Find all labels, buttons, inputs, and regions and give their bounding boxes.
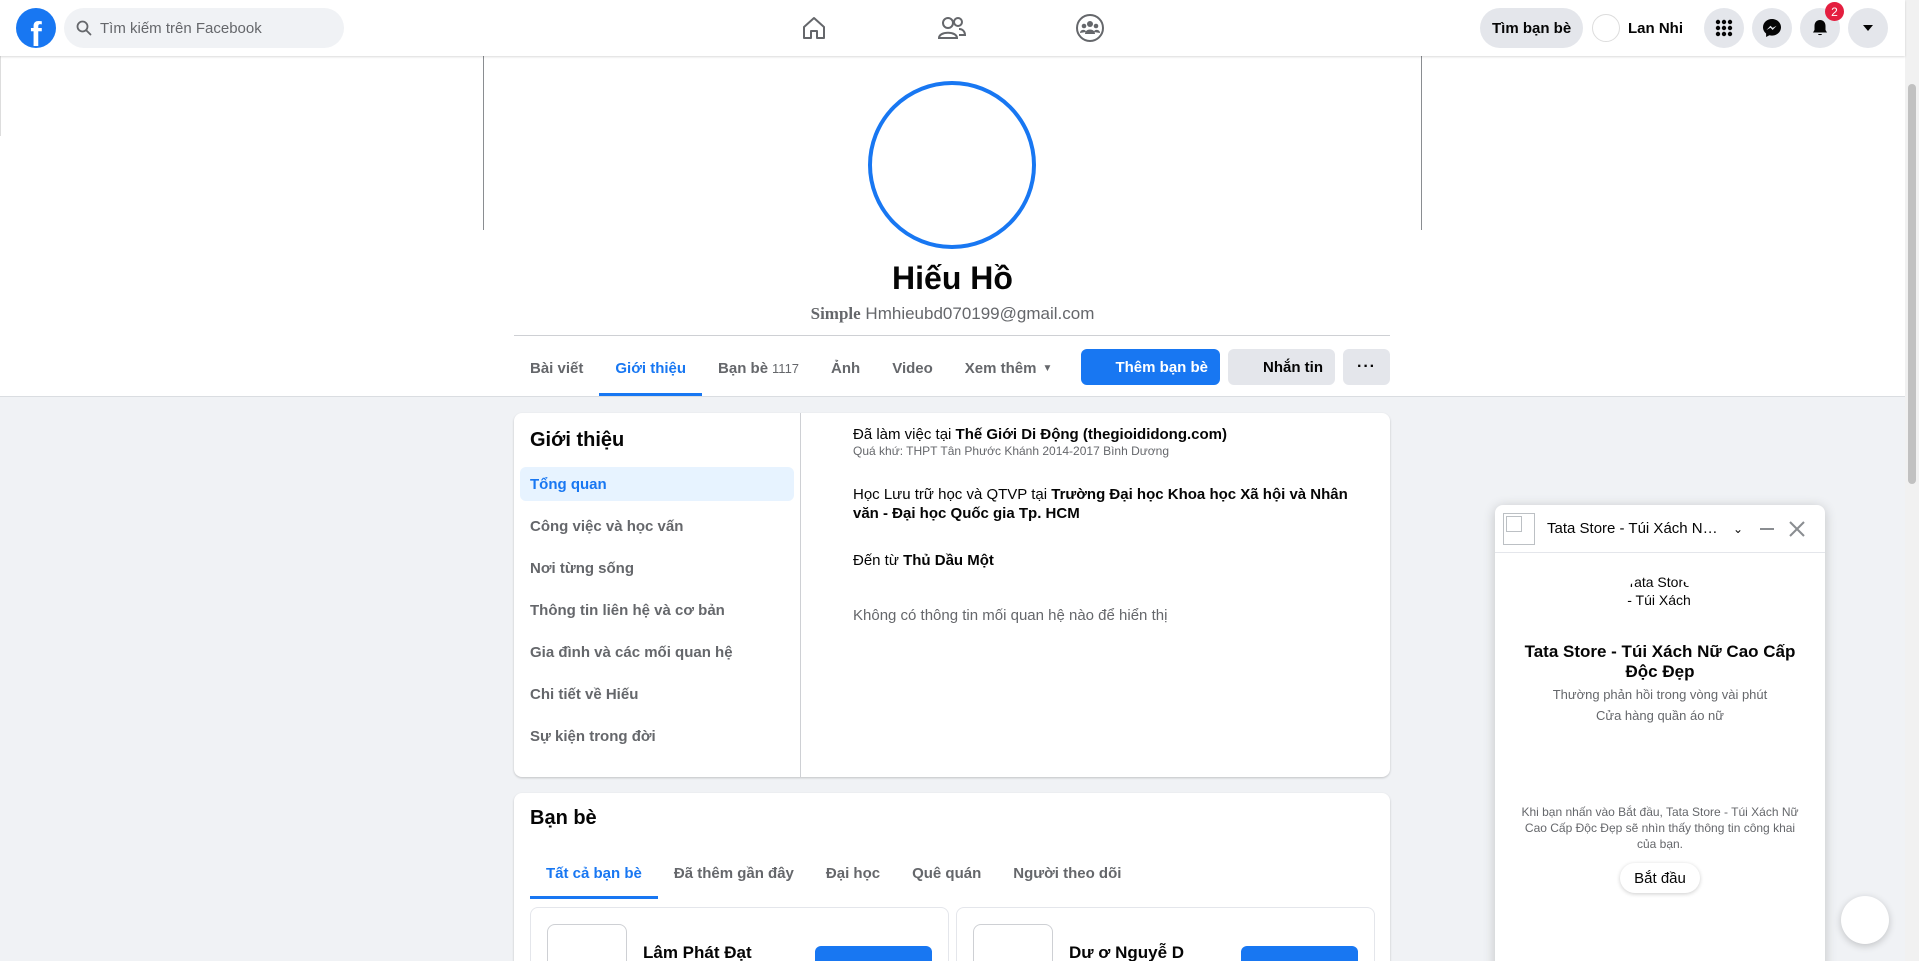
- groups-icon[interactable]: [1072, 10, 1108, 46]
- find-friends-button[interactable]: Tìm bạn bè: [1480, 8, 1584, 48]
- work-place-link[interactable]: Thế Giới Di Động (thegioididong.com): [956, 426, 1227, 443]
- notifications-button[interactable]: 2: [1800, 2, 1844, 48]
- friend-action-button[interactable]: [815, 946, 932, 961]
- minimize-icon[interactable]: [1757, 519, 1777, 539]
- about-nav-overview[interactable]: Tổng quan: [520, 467, 794, 501]
- about-nav-places[interactable]: Nơi từng sống: [520, 551, 794, 585]
- friends-card: Bạn bè Tất cả bạn bè Đã thêm gần đây Đại…: [514, 793, 1390, 961]
- about-sidebar: Giới thiệu Tổng quan Công việc và học vấ…: [514, 413, 801, 777]
- home-icon[interactable]: [796, 10, 832, 46]
- add-friend-button[interactable]: Thêm bạn bè: [1081, 349, 1220, 385]
- menu-grid-icon[interactable]: [1704, 8, 1744, 48]
- new-message-button[interactable]: [1841, 896, 1889, 944]
- about-nav-contact-info[interactable]: Thông tin liên hệ và cơ bản: [520, 593, 794, 627]
- cover-edge-right: [1421, 56, 1422, 230]
- page-category: Cửa hàng quần áo nữ: [1595, 708, 1724, 723]
- tab-photos[interactable]: Ảnh: [815, 340, 876, 396]
- about-nav-family[interactable]: Gia đình và các mối quan hệ: [520, 635, 794, 669]
- tab-posts[interactable]: Bài viết: [514, 340, 599, 396]
- chat-popup: Tata Store - Túi Xách Nữ Cao Cấp Độc Đẹp…: [1495, 505, 1825, 961]
- tab-videos[interactable]: Video: [876, 340, 949, 396]
- top-navigation-bar: f Tìm bạn bè Lan Nhi 2: [0, 0, 1905, 56]
- friend-name[interactable]: Lâm Phát Đạt: [643, 943, 752, 961]
- chat-avatar: [1503, 512, 1535, 545]
- tab-followers[interactable]: Người theo dõi: [997, 847, 1137, 899]
- more-options-button[interactable]: ···: [1343, 349, 1390, 385]
- bell-icon: [1813, 20, 1827, 36]
- about-nav-life-events[interactable]: Sự kiện trong đời: [520, 719, 794, 753]
- about-nav-work-education[interactable]: Công việc và học vấn: [520, 509, 794, 543]
- chat-title[interactable]: Tata Store - Túi Xách Nữ Cao Cấp Độc Đẹp: [1547, 520, 1727, 537]
- privacy-note: Khi bạn nhấn vào Bắt đầu, Tata Store - T…: [1521, 805, 1799, 851]
- message-button[interactable]: Nhắn tin: [1228, 349, 1335, 385]
- divider: [514, 335, 1390, 336]
- friend-photo[interactable]: [547, 924, 627, 961]
- about-nav: Tổng quan Công việc và học vấn Nơi từng …: [520, 467, 794, 761]
- search-box[interactable]: [64, 8, 344, 48]
- tab-friends[interactable]: Bạn bè 1117: [702, 340, 815, 396]
- tab-recently-added[interactable]: Đã thêm gần đây: [658, 847, 810, 899]
- facebook-logo[interactable]: f: [16, 8, 56, 48]
- about-title: Giới thiệu: [530, 429, 625, 451]
- close-icon[interactable]: [1786, 518, 1808, 540]
- work-past: Quá khứ: THPT Tân Phước Khánh 2014-2017 …: [853, 444, 1170, 458]
- tab-about[interactable]: Giới thiệu: [599, 340, 702, 396]
- profile-subtitle: Simple Hmhieubd070199@gmail.com: [810, 304, 1095, 323]
- profile-tabs: Bài viết Giới thiệu Bạn bè 1117 Ảnh Video…: [514, 340, 1068, 396]
- search-input[interactable]: [100, 19, 330, 37]
- friend-action-button[interactable]: [1241, 946, 1358, 961]
- work-entry: Đã làm việc tại Thế Giới Di Động (thegio…: [853, 426, 1228, 458]
- start-button[interactable]: Bắt đầu: [1620, 863, 1700, 893]
- divider: [0, 56, 1, 136]
- friends-count: 1117: [772, 360, 800, 376]
- education-entry: Học Lưu trữ học và QTVP tại Trường Đại h…: [853, 486, 1348, 522]
- about-nav-details[interactable]: Chi tiết về Hiếu: [520, 677, 794, 711]
- hometown-link[interactable]: Thủ Dầu Một: [903, 552, 994, 569]
- profile-picture[interactable]: [868, 81, 1036, 249]
- friend-name[interactable]: Dư ơ Nguyễ D: [1069, 943, 1184, 961]
- chevron-down-icon[interactable]: ⌄: [1733, 522, 1743, 536]
- cover-edge-left: [483, 56, 484, 230]
- hometown-entry: Đến từ Thủ Dầu Một: [853, 552, 994, 569]
- friends-title: Bạn bè: [530, 807, 597, 829]
- tab-all-friends[interactable]: Tất cả bạn bè: [530, 847, 658, 899]
- user-name: Lan Nhi: [1628, 19, 1683, 37]
- friend-tile[interactable]: Dư ơ Nguyễ D: [956, 907, 1375, 961]
- friend-tile[interactable]: Lâm Phát Đạt: [530, 907, 949, 961]
- scroll-thumb[interactable]: [1908, 84, 1916, 484]
- response-time: Thường phản hồi trong vòng vài phút: [1552, 687, 1768, 702]
- chevron-down-icon: ▼: [1042, 362, 1053, 374]
- messenger-icon[interactable]: [1752, 8, 1792, 48]
- page-scrollbar[interactable]: [1905, 0, 1919, 961]
- avatar: [1592, 14, 1620, 42]
- page-logo: Tata Store - Túi Xách: [1625, 573, 1693, 625]
- friend-photo[interactable]: [973, 924, 1053, 961]
- profile-name: Hiếu Hồ: [892, 260, 1013, 296]
- relationship-empty: Không có thông tin mối quan hệ nào để hi…: [853, 607, 1168, 624]
- account-caret-icon[interactable]: [1848, 8, 1888, 48]
- profile-shortcut[interactable]: Lan Nhi: [1592, 12, 1683, 44]
- notification-badge: 2: [1825, 2, 1844, 21]
- tab-university[interactable]: Đại học: [810, 847, 896, 899]
- about-card: Giới thiệu Tổng quan Công việc và học vấ…: [514, 413, 1390, 777]
- chat-header[interactable]: Tata Store - Túi Xách Nữ Cao Cấp Độc Đẹp…: [1495, 505, 1825, 553]
- page-name: Tata Store - Túi Xách Nữ Cao Cấp Độc Đẹp: [1524, 642, 1796, 681]
- friends-icon[interactable]: [934, 10, 970, 46]
- friends-tabs: Tất cả bạn bè Đã thêm gần đây Đại học Qu…: [530, 847, 1137, 899]
- tab-more[interactable]: Xem thêm ▼: [949, 340, 1069, 396]
- search-icon: [76, 20, 92, 36]
- tab-hometown[interactable]: Quê quán: [896, 847, 997, 899]
